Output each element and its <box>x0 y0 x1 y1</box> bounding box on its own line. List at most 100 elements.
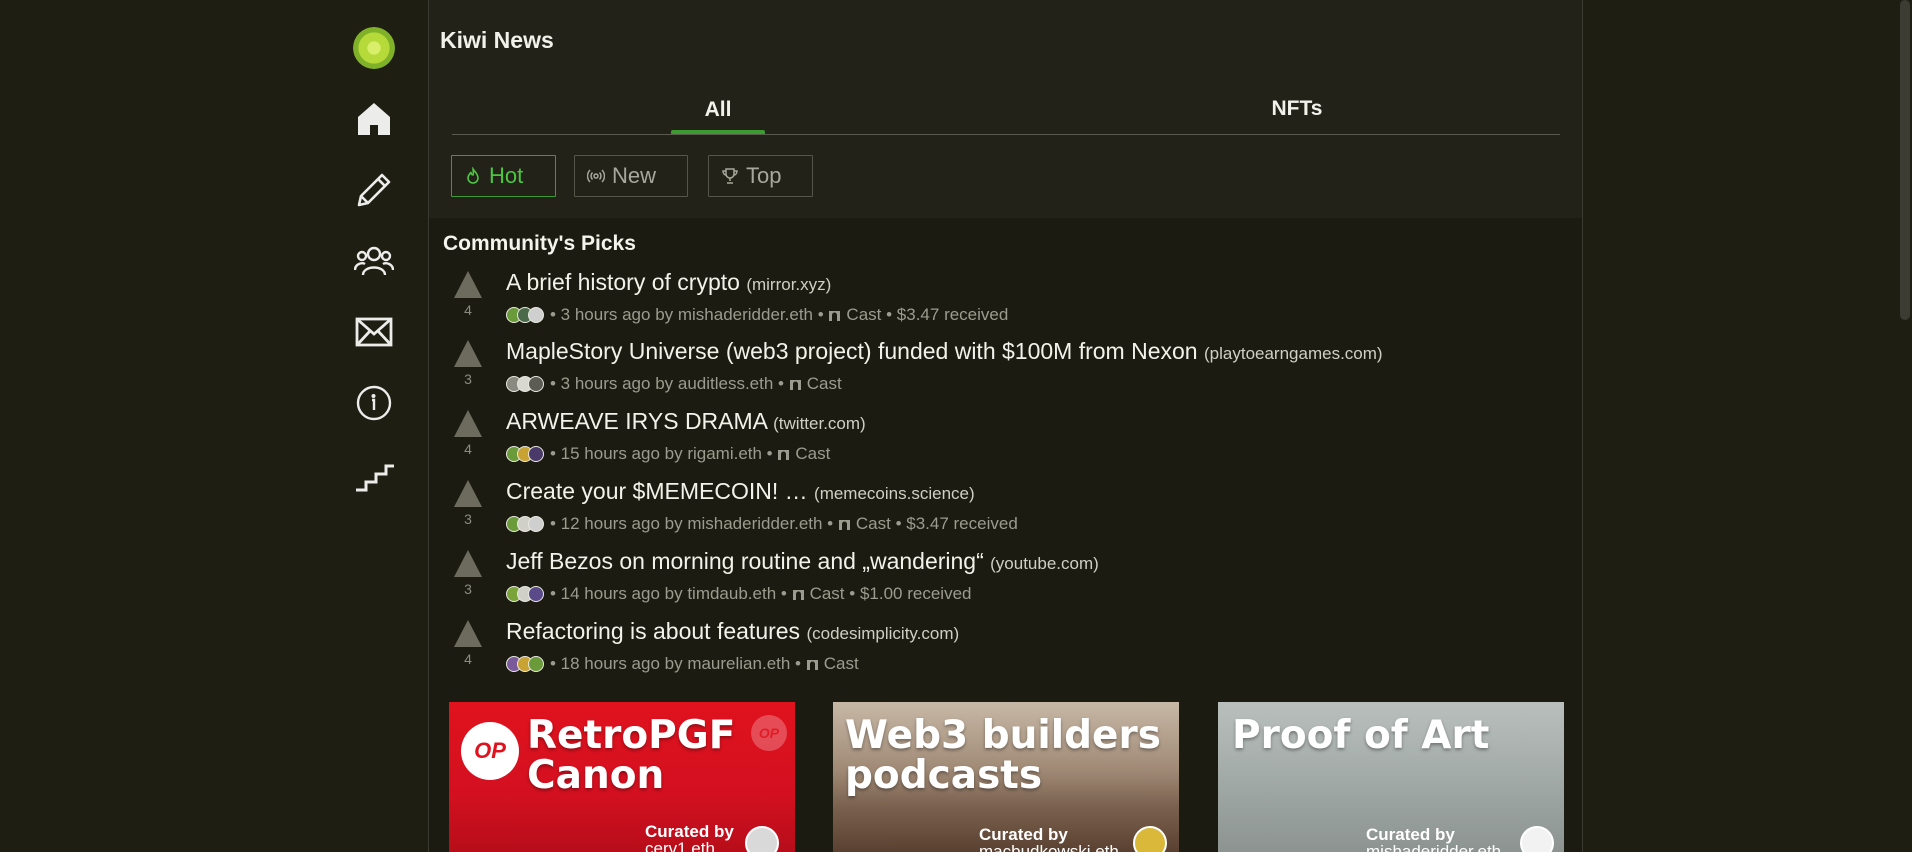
upvote-button[interactable]: 4 <box>453 620 483 667</box>
curated-label: Curated by <box>1366 825 1455 844</box>
farcaster-icon <box>778 449 790 460</box>
story-domain[interactable]: (youtube.com) <box>990 554 1099 573</box>
vote-count: 4 <box>464 441 472 457</box>
upvote-button[interactable]: 4 <box>453 410 483 457</box>
story-domain[interactable]: (twitter.com) <box>773 414 866 433</box>
received-amount: • $3.47 received <box>886 305 1009 324</box>
upvote-arrow-icon <box>454 271 482 298</box>
upvote-button[interactable]: 3 <box>453 550 483 597</box>
avatar <box>528 307 544 323</box>
card-title: Web3 builders podcasts <box>845 713 1161 798</box>
vote-count: 3 <box>464 371 472 387</box>
avatar <box>528 446 544 462</box>
farcaster-icon <box>838 519 850 530</box>
main-content: Kiwi News All NFTs Hot New Top Community… <box>428 0 1583 852</box>
sidebar <box>0 0 428 852</box>
curated-card[interactable]: OP OP RetroPGF Canon Curated by cerv1.et… <box>449 702 795 852</box>
tab-nfts[interactable]: NFTs <box>1227 97 1367 121</box>
story-meta: • 12 hours ago by mishaderidder.eth • Ca… <box>506 514 1018 534</box>
story-domain[interactable]: (memecoins.science) <box>814 484 975 503</box>
story-title[interactable]: Create your $MEMECOIN! … <box>506 478 808 504</box>
card-curated-by: Curated by cerv1.eth <box>645 823 734 852</box>
tab-all[interactable]: All <box>671 98 765 122</box>
upvoter-avatars <box>506 307 544 323</box>
story-domain[interactable]: (playtoearngames.com) <box>1204 344 1383 363</box>
story-item: 4 A brief history of crypto (mirror.xyz)… <box>443 265 1563 331</box>
cast-link[interactable]: Cast <box>846 305 881 325</box>
cast-link[interactable]: Cast <box>807 374 842 394</box>
card-title: RetroPGF Canon <box>527 713 736 798</box>
upvote-arrow-icon <box>454 480 482 507</box>
kiwi-logo[interactable] <box>353 27 395 69</box>
cast-link[interactable]: Cast <box>856 514 891 534</box>
cast-link[interactable]: Cast <box>810 584 845 604</box>
avatar <box>528 376 544 392</box>
story-title[interactable]: Refactoring is about features <box>506 618 800 644</box>
farcaster-icon <box>829 310 841 321</box>
story-link[interactable]: Jeff Bezos on morning routine and „wande… <box>506 548 1099 575</box>
farcaster-icon <box>806 659 818 670</box>
home-icon[interactable] <box>353 98 395 140</box>
vote-count: 4 <box>464 302 472 318</box>
section-title: Community's Picks <box>443 232 636 255</box>
curated-card[interactable]: Proof of Art Curated by mishaderidder.et… <box>1218 702 1564 852</box>
envelope-icon[interactable] <box>353 311 395 353</box>
story-info: • 3 hours ago by mishaderidder.eth • <box>550 305 824 324</box>
story-domain[interactable]: (mirror.xyz) <box>746 275 831 294</box>
story-link[interactable]: Refactoring is about features (codesimpl… <box>506 618 959 645</box>
story-meta: • 18 hours ago by maurelian.eth • Cast <box>506 654 859 674</box>
story-info: • 15 hours ago by rigami.eth • <box>550 444 773 463</box>
filter-hot-button[interactable]: Hot <box>451 155 556 197</box>
story-title[interactable]: ARWEAVE IRYS DRAMA <box>506 408 767 434</box>
upvote-arrow-icon <box>454 340 482 367</box>
upvote-button[interactable]: 3 <box>453 480 483 527</box>
curator-avatar <box>1520 826 1554 852</box>
story-info: • 3 hours ago by auditless.eth • <box>550 374 784 393</box>
story-meta: • 15 hours ago by rigami.eth • Cast <box>506 444 830 464</box>
filter-top-button[interactable]: Top <box>708 155 813 197</box>
story-item: 4 ARWEAVE IRYS DRAMA (twitter.com) • 15 … <box>443 404 1563 470</box>
story-domain[interactable]: (codesimplicity.com) <box>806 624 959 643</box>
curated-card[interactable]: Web3 builders podcasts Curated by macbud… <box>833 702 1179 852</box>
people-icon[interactable] <box>353 240 395 282</box>
upvoter-avatars <box>506 516 544 532</box>
broadcast-icon <box>587 169 605 183</box>
card-curated-by: Curated by macbudkowski.eth <box>979 826 1119 852</box>
tabs-divider <box>452 134 1560 135</box>
avatar <box>528 516 544 532</box>
upvoter-avatars <box>506 446 544 462</box>
story-link[interactable]: ARWEAVE IRYS DRAMA (twitter.com) <box>506 408 866 435</box>
app-title: Kiwi News <box>440 27 554 53</box>
story-meta: • 3 hours ago by mishaderidder.eth • Cas… <box>506 305 1008 325</box>
op-logo: OP <box>461 722 519 780</box>
upvote-button[interactable]: 4 <box>453 271 483 318</box>
story-title[interactable]: Jeff Bezos on morning routine and „wande… <box>506 548 984 574</box>
avatar <box>528 586 544 602</box>
story-link[interactable]: A brief history of crypto (mirror.xyz) <box>506 269 831 296</box>
info-icon[interactable] <box>353 382 395 424</box>
filter-new-button[interactable]: New <box>574 155 688 197</box>
cast-link[interactable]: Cast <box>824 654 859 674</box>
story-title[interactable]: A brief history of crypto <box>506 269 740 295</box>
card-title: Proof of Art <box>1232 713 1490 758</box>
story-link[interactable]: Create your $MEMECOIN! … (memecoins.scie… <box>506 478 975 505</box>
pencil-icon[interactable] <box>353 169 395 211</box>
story-link[interactable]: MapleStory Universe (web3 project) funde… <box>506 338 1383 365</box>
vote-count: 3 <box>464 581 472 597</box>
flame-icon <box>467 167 479 184</box>
curator-name: mishaderidder.eth <box>1366 842 1502 852</box>
scrollbar-thumb[interactable] <box>1900 0 1910 320</box>
story-meta: • 14 hours ago by timdaub.eth • Cast • $… <box>506 584 971 604</box>
trophy-icon <box>722 168 738 184</box>
cast-link[interactable]: Cast <box>795 444 830 464</box>
scrollbar[interactable] <box>1898 0 1912 852</box>
upvote-button[interactable]: 3 <box>453 340 483 387</box>
farcaster-icon <box>789 379 801 390</box>
story-title[interactable]: MapleStory Universe (web3 project) funde… <box>506 338 1198 364</box>
story-info: • 18 hours ago by maurelian.eth • <box>550 654 801 673</box>
story-info: • 12 hours ago by mishaderidder.eth • <box>550 514 834 533</box>
curator-name: cerv1.eth <box>645 839 715 852</box>
curator-avatar <box>745 826 779 852</box>
stairs-icon[interactable] <box>353 453 395 495</box>
farcaster-icon <box>792 589 804 600</box>
